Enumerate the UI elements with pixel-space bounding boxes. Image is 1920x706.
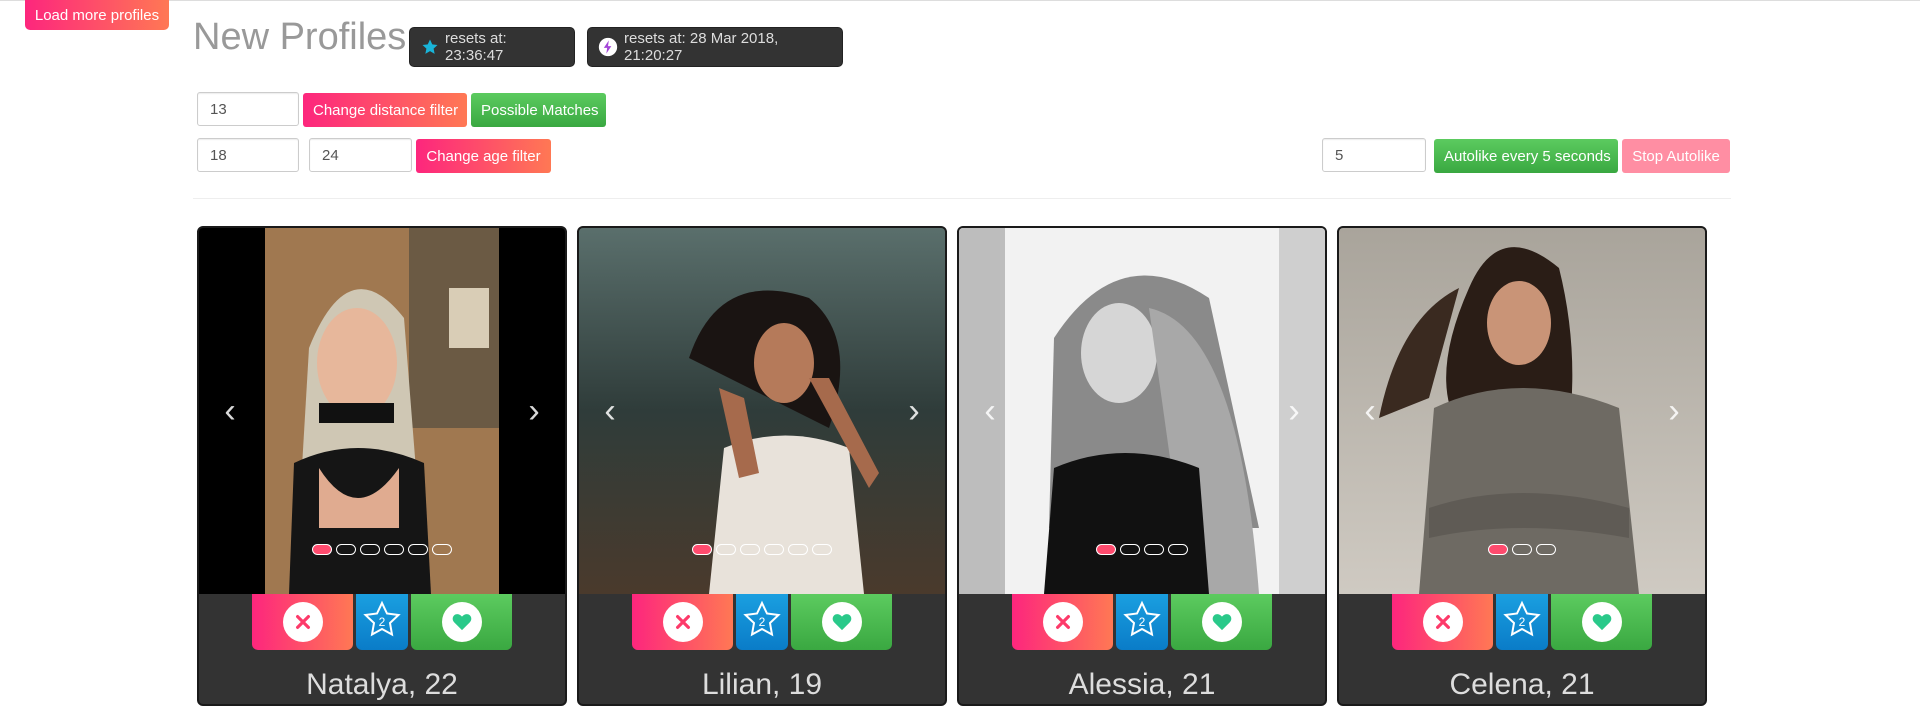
load-more-profiles-button[interactable]: Load more profiles bbox=[25, 0, 169, 30]
age-max-input[interactable] bbox=[309, 138, 412, 172]
super-like-star-icon: 2 bbox=[743, 600, 781, 637]
like-button[interactable] bbox=[791, 594, 892, 650]
photo-dot[interactable] bbox=[336, 544, 356, 555]
super-like-count: 2 bbox=[379, 615, 386, 629]
photo-dot[interactable] bbox=[360, 544, 380, 555]
photo-indicator-dots bbox=[199, 544, 565, 555]
heart-icon bbox=[1212, 614, 1231, 631]
super-like-count: 2 bbox=[1519, 615, 1526, 629]
heart-icon bbox=[452, 614, 471, 631]
super-like-count: 2 bbox=[1139, 615, 1146, 629]
photo-dot[interactable] bbox=[1144, 544, 1164, 555]
like-button[interactable] bbox=[1171, 594, 1272, 650]
super-like-star-icon: 2 bbox=[363, 600, 401, 637]
profile-card: ‹ › 2 Natalya, 22 bbox=[197, 226, 567, 706]
super-like-star-icon: 2 bbox=[1123, 600, 1161, 637]
super-like-button[interactable]: 2 bbox=[356, 594, 408, 650]
action-bar: 2 bbox=[959, 594, 1325, 650]
super-like-star-icon bbox=[420, 37, 439, 57]
close-x-icon bbox=[1435, 615, 1450, 629]
prev-photo-chevron-icon[interactable]: ‹ bbox=[1357, 394, 1383, 428]
section-divider bbox=[193, 198, 1731, 199]
super-like-star-icon: 2 bbox=[1503, 600, 1541, 637]
photo-dot[interactable] bbox=[1096, 544, 1116, 555]
photo-dot[interactable] bbox=[788, 544, 808, 555]
autolike-seconds-input[interactable] bbox=[1322, 138, 1426, 172]
photo-dot[interactable] bbox=[1488, 544, 1508, 555]
action-bar: 2 bbox=[579, 594, 945, 650]
action-bar: 2 bbox=[1339, 594, 1705, 650]
close-x-icon bbox=[675, 615, 690, 629]
photo-indicator-dots bbox=[1339, 544, 1705, 555]
photo-dot[interactable] bbox=[1536, 544, 1556, 555]
nope-button[interactable] bbox=[1392, 594, 1493, 650]
profile-card: ‹ › 2 Alessia, 21 bbox=[957, 226, 1327, 706]
super-like-reset-badge: resets at: 23:36:47 bbox=[409, 27, 575, 67]
profile-photo[interactable]: ‹ › bbox=[199, 228, 565, 594]
next-photo-chevron-icon[interactable]: › bbox=[521, 394, 547, 428]
profile-name: Natalya, 22 bbox=[306, 668, 458, 701]
change-age-filter-button[interactable]: Change age filter bbox=[416, 139, 551, 173]
super-like-button[interactable]: 2 bbox=[1496, 594, 1548, 650]
boost-reset-text: resets at: 28 Mar 2018, 21:20:27 bbox=[624, 30, 779, 64]
photo-dot[interactable] bbox=[384, 544, 404, 555]
next-photo-chevron-icon[interactable]: › bbox=[901, 394, 927, 428]
photo-dot[interactable] bbox=[432, 544, 452, 555]
profile-photo[interactable]: ‹ › bbox=[1339, 228, 1705, 594]
profile-photo[interactable]: ‹ › bbox=[959, 228, 1325, 594]
photo-dot[interactable] bbox=[716, 544, 736, 555]
autolike-start-button[interactable]: Autolike every 5 seconds bbox=[1434, 139, 1618, 173]
photo-indicator-dots bbox=[579, 544, 945, 555]
photo-indicator-dots bbox=[959, 544, 1325, 555]
photo-dot[interactable] bbox=[740, 544, 760, 555]
prev-photo-chevron-icon[interactable]: ‹ bbox=[597, 394, 623, 428]
nope-button[interactable] bbox=[1012, 594, 1113, 650]
profile-name: Celena, 21 bbox=[1449, 668, 1595, 701]
close-x-icon bbox=[1055, 615, 1070, 629]
photo-dot[interactable] bbox=[408, 544, 428, 555]
profile-name: Lilian, 19 bbox=[701, 668, 823, 701]
close-x-icon bbox=[295, 615, 310, 629]
profile-name: Alessia, 21 bbox=[1068, 668, 1216, 701]
stop-autolike-button[interactable]: Stop Autolike bbox=[1622, 139, 1730, 173]
super-like-button[interactable]: 2 bbox=[1116, 594, 1168, 650]
profile-photo[interactable]: ‹ › bbox=[579, 228, 945, 594]
nope-button[interactable] bbox=[632, 594, 733, 650]
photo-dot[interactable] bbox=[1120, 544, 1140, 555]
photo-dot[interactable] bbox=[812, 544, 832, 555]
photo-dot[interactable] bbox=[312, 544, 332, 555]
distance-input[interactable] bbox=[197, 92, 299, 126]
next-photo-chevron-icon[interactable]: › bbox=[1281, 394, 1307, 428]
like-button[interactable] bbox=[1551, 594, 1652, 650]
possible-matches-button[interactable]: Possible Matches bbox=[471, 93, 606, 127]
next-photo-chevron-icon[interactable]: › bbox=[1661, 394, 1687, 428]
super-like-count: 2 bbox=[759, 615, 766, 629]
profile-card: ‹ › 2 Lilian, 19 bbox=[577, 226, 947, 706]
boost-reset-badge: resets at: 28 Mar 2018, 21:20:27 bbox=[587, 27, 843, 67]
super-like-button[interactable]: 2 bbox=[736, 594, 788, 650]
top-border bbox=[0, 0, 1920, 1]
heart-icon bbox=[1592, 614, 1611, 631]
action-bar: 2 bbox=[199, 594, 565, 650]
nope-button[interactable] bbox=[252, 594, 353, 650]
photo-dot[interactable] bbox=[1512, 544, 1532, 555]
boost-lightning-icon bbox=[598, 37, 618, 57]
age-min-input[interactable] bbox=[197, 138, 299, 172]
super-like-reset-text: resets at: 23:36:47 bbox=[445, 30, 507, 64]
photo-dot[interactable] bbox=[1168, 544, 1188, 555]
prev-photo-chevron-icon[interactable]: ‹ bbox=[217, 394, 243, 428]
prev-photo-chevron-icon[interactable]: ‹ bbox=[977, 394, 1003, 428]
heart-icon bbox=[832, 614, 851, 631]
photo-dot[interactable] bbox=[764, 544, 784, 555]
profile-card: ‹ › 2 Celena, 21 bbox=[1337, 226, 1707, 706]
like-button[interactable] bbox=[411, 594, 512, 650]
page-title: New Profiles bbox=[193, 16, 407, 58]
photo-dot[interactable] bbox=[692, 544, 712, 555]
change-distance-filter-button[interactable]: Change distance filter bbox=[303, 93, 467, 127]
